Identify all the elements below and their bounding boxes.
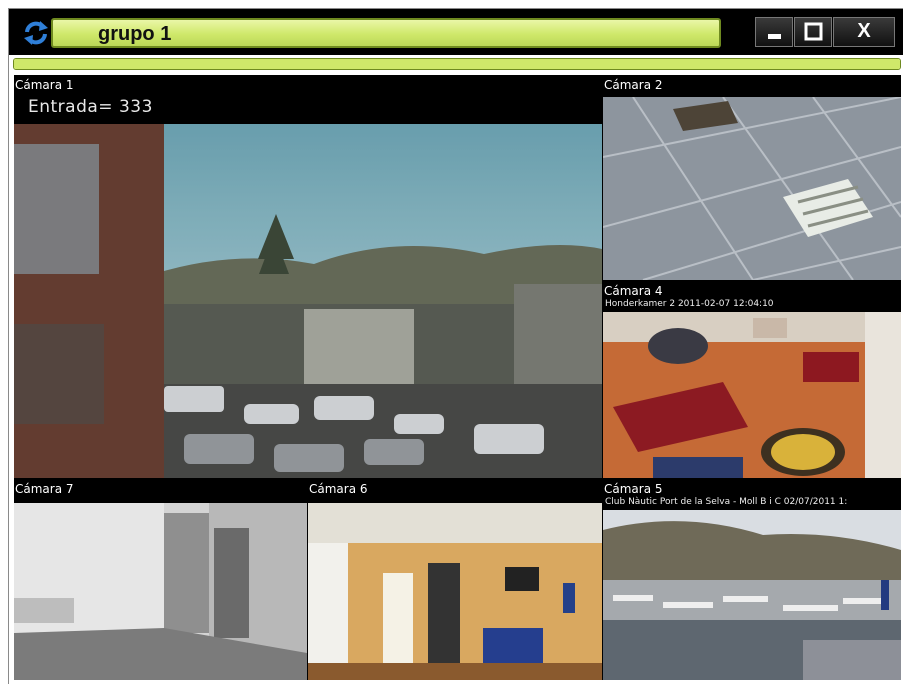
camera-feed [603,510,901,680]
title-bar: grupo 1 X [9,9,903,55]
camera-timestamp: Honderkamer 2 2011-02-07 12:04:10 [605,299,774,309]
camera-feed [308,503,602,680]
feed-image [308,503,602,680]
feed-image [14,503,307,680]
camera-tile-7[interactable]: Cámara 7 [14,479,307,680]
maximize-icon [804,22,823,41]
close-icon: X [857,20,871,42]
minimize-icon [768,34,781,39]
camera-feed [603,97,901,280]
entry-counter: Entrada= 333 [28,97,153,117]
camera-feed [14,503,307,680]
group-title-field: grupo 1 [51,18,721,48]
close-button[interactable]: X [833,17,895,47]
camera-label: Cámara 5 [604,482,663,496]
window-title: grupo 1 [98,23,172,45]
camera-grid: Cámara 1 Entrada= 333 Cámara 2 Cámara 4 … [14,75,901,680]
camera-timestamp: Club Nàutic Port de la Selva - Moll B i … [605,497,848,507]
minimize-button[interactable] [755,17,793,47]
feed-image [603,510,901,680]
camera-feed [603,312,901,478]
camera-label: Cámara 1 [15,78,74,92]
camera-label: Cámara 2 [604,78,663,92]
camera-tile-1[interactable]: Cámara 1 Entrada= 333 [14,75,602,478]
camera-tile-6[interactable]: Cámara 6 [308,479,602,680]
feed-image [603,97,901,280]
feed-image [603,312,901,478]
progress-fill [14,59,900,69]
camera-tile-4[interactable]: Cámara 4 Honderkamer 2 2011-02-07 12:04:… [603,281,901,478]
viewer-window: grupo 1 X Cámara 1 Entrada= 333 Cámara 2… [8,8,903,684]
feed-image [14,124,602,478]
camera-label: Cámara 6 [309,482,368,496]
camera-tile-5[interactable]: Cámara 5 Club Nàutic Port de la Selva - … [603,479,901,680]
maximize-button[interactable] [794,17,832,47]
camera-tile-2[interactable]: Cámara 2 [603,75,901,280]
camera-feed [14,124,602,478]
camera-label: Cámara 7 [15,482,74,496]
camera-label: Cámara 4 [604,284,663,298]
progress-bar [13,58,901,70]
refresh-icon[interactable] [21,19,51,47]
